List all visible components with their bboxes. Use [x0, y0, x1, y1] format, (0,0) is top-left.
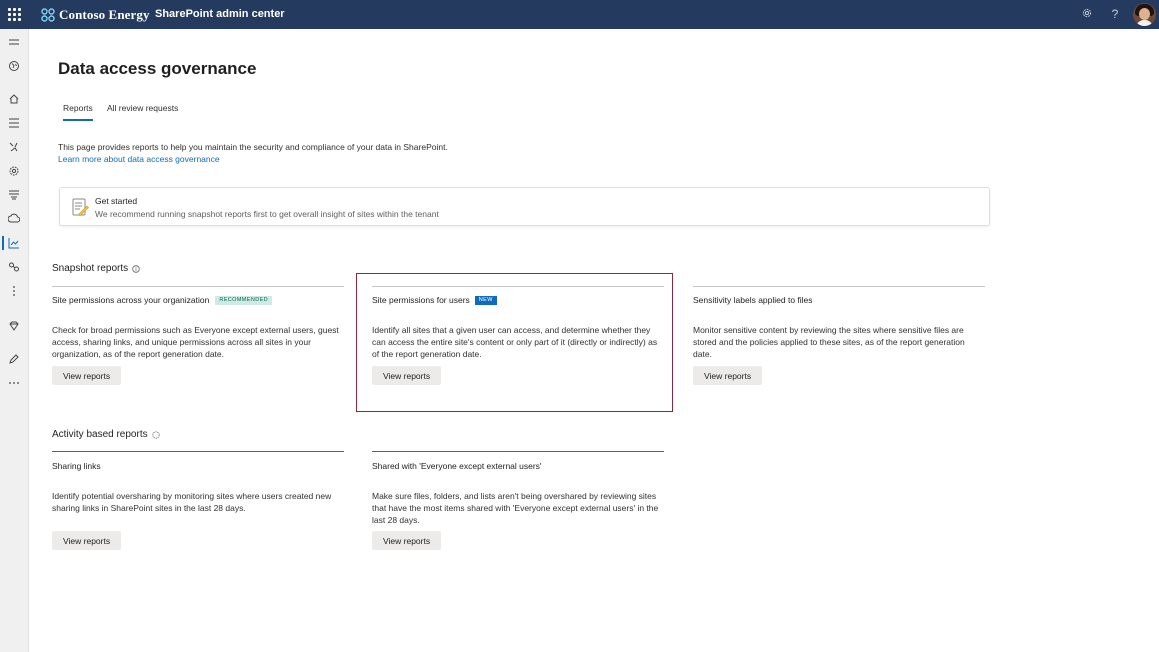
migration-icon[interactable] — [7, 212, 21, 226]
diamond-icon[interactable] — [7, 319, 21, 333]
avatar[interactable] — [1133, 3, 1156, 26]
snapshot-reports-title: Snapshot reports — [52, 263, 129, 274]
left-nav-rail — [0, 29, 29, 652]
content-services-icon[interactable] — [7, 188, 21, 202]
policies-icon[interactable] — [7, 140, 21, 154]
card-site-permissions-users: Site permissions for users NEW — [372, 295, 497, 305]
more-horizontal-icon[interactable] — [7, 376, 21, 390]
card-title: Site permissions across your organizatio… — [52, 295, 210, 305]
reports-icon[interactable] — [7, 236, 21, 250]
card-title: Sharing links — [52, 461, 101, 471]
home-icon[interactable] — [7, 92, 21, 106]
hamburger-icon[interactable] — [7, 35, 21, 49]
card-shared-with-everyone: Shared with 'Everyone except external us… — [372, 461, 542, 471]
brand-name: Contoso Energy — [59, 7, 150, 22]
contoso-logo-icon — [41, 8, 55, 22]
card-title: Sensitivity labels applied to files — [693, 295, 813, 305]
card-sensitivity-labels: Sensitivity labels applied to files — [693, 295, 813, 305]
view-reports-button[interactable]: View reports — [693, 366, 763, 385]
card-title: Site permissions for users — [372, 295, 470, 305]
gear-icon[interactable] — [7, 164, 21, 178]
page-description: This page provides reports to help you m… — [58, 142, 448, 152]
top-bar: Contoso Energy SharePoint admin center ? — [0, 0, 1159, 29]
globe-icon[interactable] — [7, 59, 21, 73]
card-description: Check for broad permissions such as Ever… — [52, 325, 339, 359]
waffle-icon[interactable] — [8, 8, 21, 21]
snapshot-reports-heading: Snapshot reports — [52, 263, 140, 274]
view-reports-button[interactable]: View reports — [372, 531, 442, 550]
activity-divider-1 — [52, 451, 344, 452]
activity-divider-2 — [372, 451, 664, 452]
view-reports-button[interactable]: View reports — [372, 366, 442, 385]
checklist-icon — [72, 198, 89, 216]
new-badge: NEW — [474, 295, 497, 305]
help-icon[interactable]: ? — [1108, 7, 1122, 21]
rail-active-indicator — [2, 236, 4, 250]
settings-icon[interactable] — [1080, 7, 1094, 21]
get-started-text: We recommend running snapshot reports fi… — [95, 209, 439, 219]
connections-icon[interactable] — [7, 260, 21, 274]
page-title: Data access governance — [58, 59, 257, 78]
sites-icon[interactable] — [7, 116, 21, 130]
learn-more-link[interactable]: Learn more about data access governance — [58, 154, 220, 164]
tab-selected-indicator — [63, 119, 93, 121]
activity-reports-title: Activity based reports — [52, 429, 148, 440]
app-name[interactable]: SharePoint admin center — [155, 8, 285, 20]
tab-all-review-requests[interactable]: All review requests — [107, 103, 178, 113]
card-title: Shared with 'Everyone except external us… — [372, 461, 542, 471]
brand[interactable]: Contoso Energy — [41, 7, 150, 23]
card-description: Make sure files, folders, and lists aren… — [372, 491, 659, 525]
view-reports-button[interactable]: View reports — [52, 531, 122, 550]
card-sharing-links: Sharing links — [52, 461, 101, 471]
edit-icon[interactable] — [7, 352, 21, 366]
info-icon[interactable] — [132, 264, 140, 273]
activity-reports-heading: Activity based reports — [52, 429, 160, 440]
snapshot-divider-3 — [693, 286, 985, 287]
card-site-permissions-org: Site permissions across your organizatio… — [52, 295, 273, 305]
tab-reports[interactable]: Reports — [63, 103, 93, 113]
loading-icon — [152, 430, 160, 439]
card-description: Identify all sites that a given user can… — [372, 325, 658, 359]
recommended-badge: RECOMMENDED — [215, 295, 273, 305]
more-vertical-icon[interactable] — [7, 284, 21, 298]
view-reports-button[interactable]: View reports — [52, 366, 122, 385]
card-description: Identify potential oversharing by monito… — [52, 491, 332, 513]
get-started-banner: Get started We recommend running snapsho… — [59, 187, 990, 226]
card-description: Monitor sensitive content by reviewing t… — [693, 325, 965, 359]
get-started-title: Get started — [95, 196, 138, 206]
snapshot-divider-1 — [52, 286, 344, 287]
